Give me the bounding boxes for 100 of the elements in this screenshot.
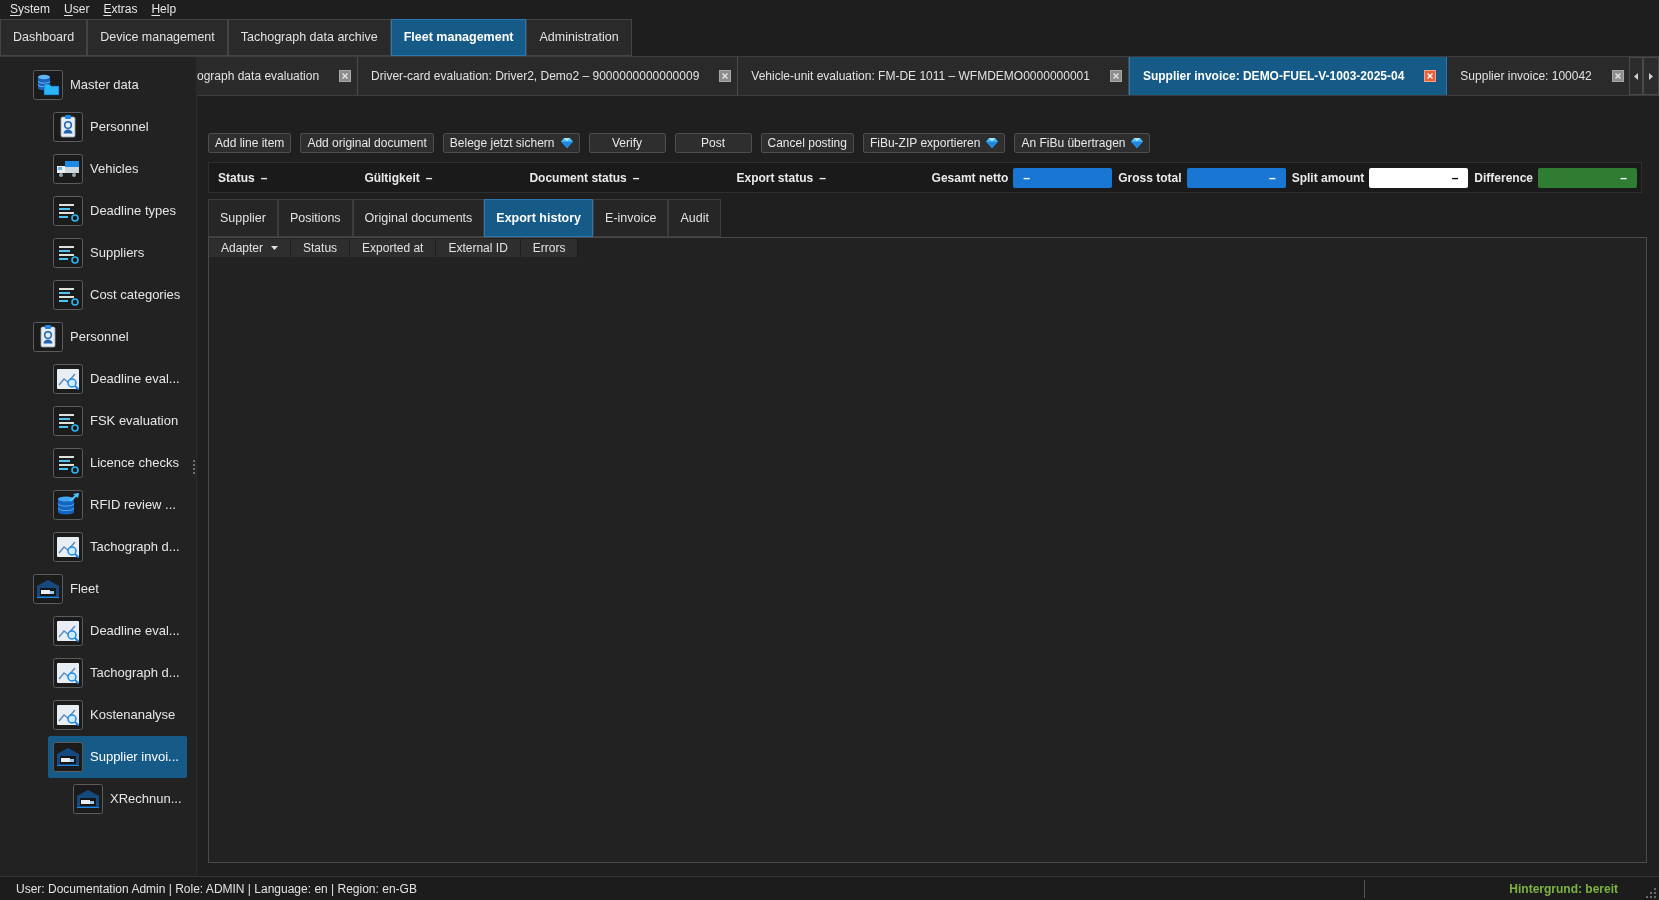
main-tab[interactable]: Administration <box>526 19 632 56</box>
close-icon[interactable] <box>339 70 352 82</box>
document-tab[interactable]: Driver-card evaluation: Driver2, Demo2 – 9000000000000009 <box>358 57 739 95</box>
scroll-right-button[interactable] <box>1643 57 1659 95</box>
main-tab[interactable]: Dashboard <box>0 19 88 56</box>
toolbar-button[interactable]: Cancel posting <box>760 133 854 153</box>
close-icon[interactable] <box>1611 70 1624 82</box>
tree-item[interactable]: RFID review ... <box>48 484 187 526</box>
id-badge-icon <box>33 322 63 352</box>
status-label: Document status <box>529 169 627 187</box>
detail-tab[interactable]: Positions <box>277 199 353 237</box>
column-header[interactable]: Exported at <box>350 239 437 257</box>
tree-item[interactable]: Fleet <box>28 568 187 610</box>
tree-item[interactable]: Tachograph d... <box>48 652 187 694</box>
tree-item[interactable]: Deadline types <box>48 190 187 232</box>
detail-tab[interactable]: Audit <box>668 199 721 237</box>
amount-value: – <box>1186 167 1286 188</box>
main-tab[interactable]: Device management <box>87 19 228 56</box>
tree-item[interactable]: Deadline eval... <box>48 358 187 400</box>
column-header[interactable]: Errors <box>520 239 579 257</box>
close-icon[interactable] <box>719 70 732 82</box>
diamond-icon <box>1131 138 1144 148</box>
database-folder-icon <box>33 70 63 100</box>
garage-truck-icon <box>53 742 83 772</box>
menu-item[interactable]: Help <box>151 0 177 18</box>
tree-item[interactable]: Suppliers <box>48 232 187 274</box>
scroll-left-button[interactable] <box>1629 57 1643 95</box>
diamond-icon <box>560 138 573 148</box>
status-label: Gültigkeit <box>364 169 420 187</box>
list-settings-icon <box>53 280 83 310</box>
tree-item[interactable]: Licence checks <box>48 442 187 484</box>
chart-magnifier-icon <box>53 532 83 562</box>
garage-truck-icon <box>73 784 103 814</box>
tree-item[interactable]: Personnel <box>28 316 187 358</box>
close-icon[interactable] <box>1109 70 1122 82</box>
amount-value: – <box>1013 167 1113 188</box>
tree-item[interactable]: Kostenanalyse <box>48 694 187 736</box>
chart-magnifier-icon <box>53 364 83 394</box>
status-label: Export status <box>736 169 814 187</box>
detail-tab[interactable]: E-invoice <box>593 199 669 237</box>
list-settings-icon <box>53 238 83 268</box>
tree-item[interactable]: Deadline eval... <box>48 610 187 652</box>
chart-magnifier-icon <box>53 700 83 730</box>
caret-right-icon <box>1649 72 1653 80</box>
list-settings-icon <box>53 406 83 436</box>
status-value: – <box>819 169 826 187</box>
tree-item[interactable]: Supplier invoi... <box>48 736 187 778</box>
garage-truck-icon <box>33 574 63 604</box>
detail-tab[interactable]: Export history <box>484 199 594 237</box>
tree-item[interactable]: Personnel <box>48 106 187 148</box>
status-label: Status <box>218 169 255 187</box>
toolbar-button[interactable]: Post <box>674 133 752 153</box>
main-tab[interactable]: Tachograph data archive <box>227 19 391 56</box>
detail-tab[interactable]: Original documents <box>352 199 485 237</box>
resize-grip-icon[interactable] <box>1646 888 1656 898</box>
column-header[interactable]: External ID <box>436 239 521 257</box>
menu-item[interactable]: System <box>10 0 51 18</box>
tree-item[interactable]: Vehicles <box>48 148 187 190</box>
toolbar-button[interactable]: Verify <box>588 133 666 153</box>
chart-magnifier-icon <box>53 616 83 646</box>
menu-item[interactable]: Extras <box>103 0 138 18</box>
menu-item[interactable]: User <box>64 0 90 18</box>
diamond-icon <box>986 138 999 148</box>
amount-value: – <box>1369 167 1469 188</box>
status-value: – <box>425 169 433 187</box>
column-header[interactable]: Status <box>291 239 351 257</box>
document-tab[interactable]: Supplier invoice: 100042 <box>1447 57 1629 95</box>
amount-value: – <box>1538 167 1637 188</box>
caret-left-icon <box>1634 72 1638 80</box>
document-tab[interactable]: Supplier invoice: DEMO-FUEL-V-1003-2025-04 <box>1128 57 1448 95</box>
chart-magnifier-icon <box>53 658 83 688</box>
list-settings-icon <box>53 448 83 478</box>
tree-item[interactable]: Tachograph d... <box>48 526 187 568</box>
tree-item[interactable]: XRechnun... <box>68 778 187 820</box>
caret-down-icon[interactable] <box>271 246 279 250</box>
main-tab[interactable]: Fleet management <box>390 19 527 56</box>
amount-label: Gross total <box>1118 169 1182 187</box>
tree-item[interactable]: FSK evaluation <box>48 400 187 442</box>
status-value: – <box>260 169 268 187</box>
toolbar-button[interactable]: Belege jetzt sichern <box>442 133 580 153</box>
toolbar-button[interactable]: FiBu-ZIP exportieren <box>862 133 1006 153</box>
toolbar-button[interactable]: Add original document <box>300 133 434 153</box>
document-tab[interactable]: ograph data evaluation <box>197 57 359 95</box>
toolbar-button[interactable]: Add line item <box>208 133 292 153</box>
status-value: – <box>632 169 640 187</box>
list-settings-icon <box>53 196 83 226</box>
column-header[interactable]: Adapter <box>209 239 292 257</box>
id-badge-icon <box>53 112 83 142</box>
truck-icon <box>53 154 83 184</box>
document-tab[interactable]: Vehicle-unit evaluation: FM-DE 1011 – WFMDEMO0000000001 <box>738 57 1129 95</box>
tree-item[interactable]: Cost categories <box>48 274 187 316</box>
tree-item[interactable]: Master data <box>28 64 187 106</box>
amount-label: Gesamt netto <box>931 169 1009 187</box>
background-status: Hintergrund: bereit <box>1509 880 1618 898</box>
splitter-handle[interactable] <box>193 459 195 474</box>
toolbar-button[interactable]: An FiBu übertragen <box>1014 133 1151 153</box>
detail-tab[interactable]: Supplier <box>208 199 278 237</box>
session-info: User: Documentation Admin | Role: ADMIN | Language: en | Region: en-GB <box>15 880 418 898</box>
close-icon[interactable] <box>1424 70 1437 82</box>
amount-label: Difference <box>1474 169 1533 187</box>
